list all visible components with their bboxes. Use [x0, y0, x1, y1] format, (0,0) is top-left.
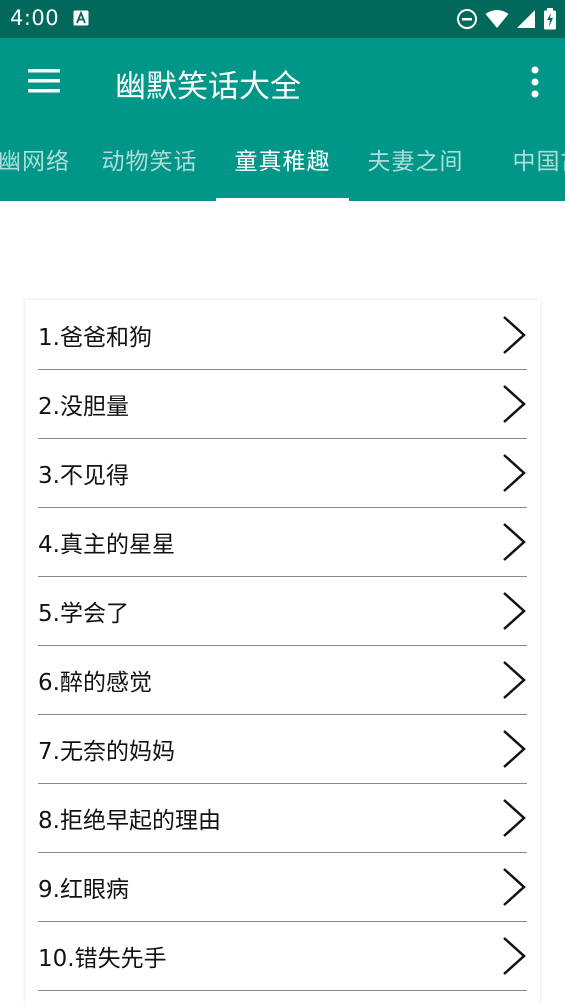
list-item-title: 5.学会了: [38, 601, 129, 627]
tab-indicator: [216, 198, 349, 201]
list-item-title: 8.拒绝早起的理由: [38, 808, 221, 834]
list-item-title: 2.没胆量: [38, 394, 129, 420]
tab-ancient-china[interactable]: 中国古: [482, 124, 565, 201]
list-item-title: 7.无奈的妈妈: [38, 739, 175, 765]
list-item[interactable]: 5.学会了: [38, 576, 527, 646]
signal-icon: [517, 10, 535, 28]
more-vert-icon[interactable]: [529, 66, 541, 98]
chevron-right-icon: [503, 730, 526, 768]
list-item-title: 4.真主的星星: [38, 532, 175, 558]
list-item[interactable]: 4.真主的星星: [38, 507, 527, 577]
chevron-right-icon: [503, 316, 526, 354]
list-item-title: 6.醉的感觉: [38, 670, 152, 696]
list-item[interactable]: 9.红眼病: [38, 852, 527, 922]
status-time: 4:00: [10, 6, 60, 30]
app-title: 幽默笑话大全: [115, 69, 301, 105]
list-item-title: 1.爸爸和狗: [38, 325, 152, 351]
wifi-icon: [485, 10, 509, 28]
list-item[interactable]: 6.醉的感觉: [38, 645, 527, 715]
menu-icon[interactable]: [28, 69, 60, 93]
list-item[interactable]: 1.爸爸和狗: [38, 300, 527, 370]
battery-icon: [544, 8, 556, 30]
tab-network[interactable]: 幽网络: [0, 124, 84, 201]
chevron-right-icon: [503, 523, 526, 561]
tab-couples[interactable]: 夫妻之间: [349, 124, 482, 201]
list-item[interactable]: 3.不见得: [38, 438, 527, 508]
chevron-right-icon: [503, 868, 526, 906]
status-bar: 4:00: [0, 0, 565, 38]
list-item[interactable]: 10.错失先手: [38, 921, 527, 991]
chevron-right-icon: [503, 592, 526, 630]
joke-list: 1.爸爸和狗 2.没胆量 3.不见得 4.真主的星星 5.学会了 6.醉的感觉 …: [25, 300, 540, 1004]
app-bar: 幽默笑话大全: [0, 38, 565, 124]
list-item[interactable]: 2.没胆量: [38, 369, 527, 439]
chevron-right-icon: [503, 937, 526, 975]
chevron-right-icon: [503, 385, 526, 423]
list-item[interactable]: 8.拒绝早起的理由: [38, 783, 527, 853]
tab-childhood-fun[interactable]: 童真稚趣: [216, 124, 349, 201]
chevron-right-icon: [503, 661, 526, 699]
list-item[interactable]: 7.无奈的妈妈: [38, 714, 527, 784]
a-icon: [73, 10, 89, 26]
list-item-title: 3.不见得: [38, 463, 129, 489]
list-item-title: 10.错失先手: [38, 946, 167, 972]
tab-animal-jokes[interactable]: 动物笑话: [83, 124, 216, 201]
tab-bar: 幽网络 动物笑话 童真稚趣 夫妻之间 中国古: [0, 124, 565, 201]
chevron-right-icon: [503, 799, 526, 837]
list-item-title: 9.红眼病: [38, 877, 129, 903]
chevron-right-icon: [503, 454, 526, 492]
do-not-disturb-icon: [457, 9, 477, 29]
